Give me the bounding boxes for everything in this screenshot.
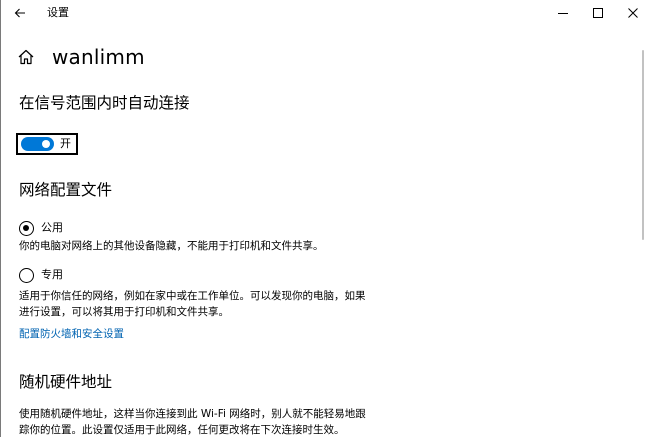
firewall-settings-link[interactable]: 配置防火墙和安全设置: [19, 326, 124, 342]
auto-connect-heading: 在信号范围内时自动连接: [19, 94, 190, 112]
radio-private-circle[interactable]: [19, 267, 34, 283]
window-title: 设置: [47, 6, 69, 19]
radio-public-circle[interactable]: [19, 220, 34, 236]
radio-private[interactable]: 专用: [19, 267, 63, 283]
minimize-icon: [558, 13, 568, 14]
network-profile-heading: 网络配置文件: [19, 181, 113, 199]
scrollbar[interactable]: [640, 26, 648, 437]
close-icon: [628, 8, 638, 18]
back-arrow-icon: [14, 8, 25, 18]
private-description: 适用于你信任的网络，例如在家中或在工作单位。可以发现你的电脑，如果进行设置，可以…: [19, 290, 366, 318]
scroll-thumb[interactable]: [642, 50, 644, 240]
maximize-icon: [593, 8, 603, 18]
public-description: 你的电脑对网络上的其他设备隐藏，不能用于打印机和文件共享。: [19, 240, 324, 252]
settings-window: 设置 wanlimm 在信号范围内时自动连接 开 网络配置文件 公用 你的电脑对…: [0, 0, 650, 437]
toggle-state-label: 开: [60, 137, 71, 150]
radio-public-label: 公用: [41, 221, 63, 234]
auto-connect-toggle[interactable]: 开: [16, 133, 78, 155]
home-icon[interactable]: [17, 48, 35, 66]
back-button[interactable]: [5, 1, 35, 25]
toggle-switch: [21, 137, 54, 151]
random-hardware-heading: 随机硬件地址: [19, 373, 113, 391]
title-bar: 设置: [1, 0, 650, 26]
toggle-knob: [42, 140, 50, 148]
page-title: wanlimm: [52, 45, 145, 69]
page-header: wanlimm: [17, 42, 145, 72]
close-button[interactable]: [611, 0, 650, 26]
radio-private-label: 专用: [41, 268, 63, 281]
random-hardware-description: 使用随机硬件地址，这样当你连接到此 Wi-Fi 网络时，别人就不能轻易地跟踪你的…: [19, 408, 366, 436]
radio-public[interactable]: 公用: [19, 220, 63, 236]
